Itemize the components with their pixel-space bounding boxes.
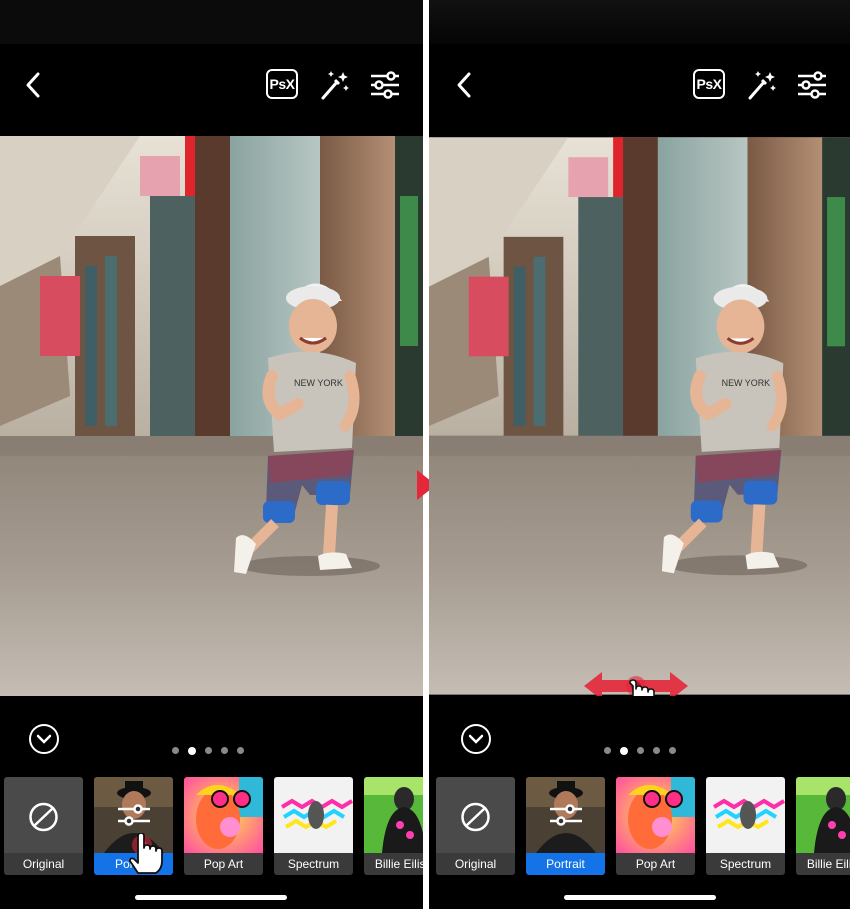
magic-wand-button[interactable] bbox=[746, 68, 778, 102]
back-button[interactable] bbox=[20, 68, 48, 102]
psx-label: PsX bbox=[269, 76, 295, 92]
adjustments-button[interactable] bbox=[796, 68, 828, 102]
no-filter-icon bbox=[461, 802, 490, 832]
filter-thumb bbox=[436, 777, 515, 853]
no-filter-icon bbox=[29, 802, 58, 832]
filter-billie-eilish[interactable]: Billie Eilish bbox=[796, 777, 850, 875]
page-dot[interactable] bbox=[604, 747, 611, 754]
home-indicator[interactable] bbox=[564, 895, 716, 900]
photo-canvas[interactable]: NEW YORK bbox=[429, 136, 850, 696]
chevron-left-icon bbox=[457, 72, 471, 98]
filter-strip: Original bbox=[436, 777, 850, 875]
page-dot[interactable] bbox=[237, 747, 244, 754]
filter-thumb bbox=[274, 777, 353, 853]
magic-wand-icon bbox=[321, 71, 349, 100]
filter-label: Original bbox=[4, 853, 83, 875]
filter-thumb bbox=[184, 777, 263, 853]
filter-billie-eilish[interactable]: Billie Eilish bbox=[364, 777, 423, 875]
sliders-icon bbox=[118, 804, 150, 826]
sliders-icon bbox=[550, 804, 582, 826]
page-dot[interactable] bbox=[221, 747, 228, 754]
page-dot[interactable] bbox=[188, 746, 196, 755]
back-button[interactable] bbox=[451, 68, 479, 102]
page-dot[interactable] bbox=[653, 747, 660, 754]
filter-pop-art[interactable]: Pop Art bbox=[184, 777, 263, 875]
filter-label: Original bbox=[436, 853, 515, 875]
filter-spectrum[interactable]: Spectrum bbox=[706, 777, 785, 875]
collapse-button[interactable] bbox=[29, 724, 59, 754]
left-phone-screen: PsX NEW YORK Original Por Pop Art Spectr… bbox=[0, 0, 423, 909]
svg-text:NEW YORK: NEW YORK bbox=[294, 378, 343, 388]
filter-label: Portrait bbox=[526, 853, 605, 875]
filter-thumb bbox=[706, 777, 785, 853]
page-dot[interactable] bbox=[669, 747, 676, 754]
filter-label: Spectrum bbox=[706, 853, 785, 875]
filter-thumb bbox=[796, 777, 850, 853]
page-dot[interactable] bbox=[205, 747, 212, 754]
status-bar bbox=[429, 0, 850, 44]
filter-label: Pop Art bbox=[184, 853, 263, 875]
psx-button[interactable]: PsX bbox=[266, 69, 298, 99]
magic-wand-icon bbox=[748, 71, 776, 100]
bottom-panel: Original bbox=[429, 696, 850, 909]
home-indicator[interactable] bbox=[135, 895, 287, 900]
swipe-gesture-icon bbox=[584, 672, 688, 696]
filter-original[interactable]: Original bbox=[436, 777, 515, 875]
page-indicator bbox=[604, 746, 676, 755]
photo-running-boy: NEW YORK bbox=[0, 136, 423, 696]
sliders-icon bbox=[371, 71, 399, 99]
pop-art-thumbnail bbox=[184, 777, 263, 853]
magic-wand-button[interactable] bbox=[319, 68, 351, 102]
filter-spectrum[interactable]: Spectrum bbox=[274, 777, 353, 875]
filter-pop-art[interactable]: Pop Art bbox=[616, 777, 695, 875]
photo-canvas[interactable]: NEW YORK bbox=[0, 136, 423, 696]
filter-label: Billie Eilish bbox=[364, 853, 423, 875]
filter-thumb bbox=[616, 777, 695, 853]
psx-label: PsX bbox=[696, 76, 722, 92]
filter-strip: Original bbox=[4, 777, 423, 875]
collapse-button[interactable] bbox=[461, 724, 491, 754]
chevron-left-icon bbox=[26, 72, 40, 98]
right-phone-screen: PsX NEW YORK Original Portrait Pop Art S… bbox=[429, 0, 850, 909]
top-toolbar: PsX bbox=[0, 44, 423, 136]
filter-portrait[interactable]: Por bbox=[94, 777, 173, 875]
sliders-icon bbox=[798, 71, 826, 99]
filter-thumb bbox=[526, 777, 605, 853]
filter-original[interactable]: Original bbox=[4, 777, 83, 875]
chevron-down-icon bbox=[468, 734, 484, 744]
page-dot[interactable] bbox=[172, 747, 179, 754]
filter-label: Spectrum bbox=[274, 853, 353, 875]
photo-running-boy: NEW YORK bbox=[429, 137, 850, 695]
page-dot[interactable] bbox=[637, 747, 644, 754]
chevron-down-icon bbox=[36, 734, 52, 744]
spectrum-thumbnail bbox=[274, 777, 353, 853]
page-indicator bbox=[172, 746, 244, 755]
top-toolbar: PsX bbox=[429, 44, 850, 136]
filter-thumb bbox=[4, 777, 83, 853]
page-dot[interactable] bbox=[620, 746, 628, 755]
pop-art-thumbnail bbox=[616, 777, 695, 853]
filter-portrait[interactable]: Portrait bbox=[526, 777, 605, 875]
psx-button[interactable]: PsX bbox=[693, 69, 725, 99]
filter-thumb bbox=[364, 777, 423, 853]
filter-label: Pop Art bbox=[616, 853, 695, 875]
filter-label: Billie Eilish bbox=[796, 853, 850, 875]
svg-text:NEW YORK: NEW YORK bbox=[722, 378, 771, 388]
status-bar bbox=[0, 0, 423, 44]
billie-eilish-thumbnail bbox=[364, 777, 423, 853]
spectrum-thumbnail bbox=[706, 777, 785, 853]
adjustments-button[interactable] bbox=[369, 68, 401, 102]
billie-eilish-thumbnail bbox=[796, 777, 850, 853]
bottom-panel: Original bbox=[0, 696, 423, 909]
tap-hand-icon bbox=[129, 833, 163, 874]
